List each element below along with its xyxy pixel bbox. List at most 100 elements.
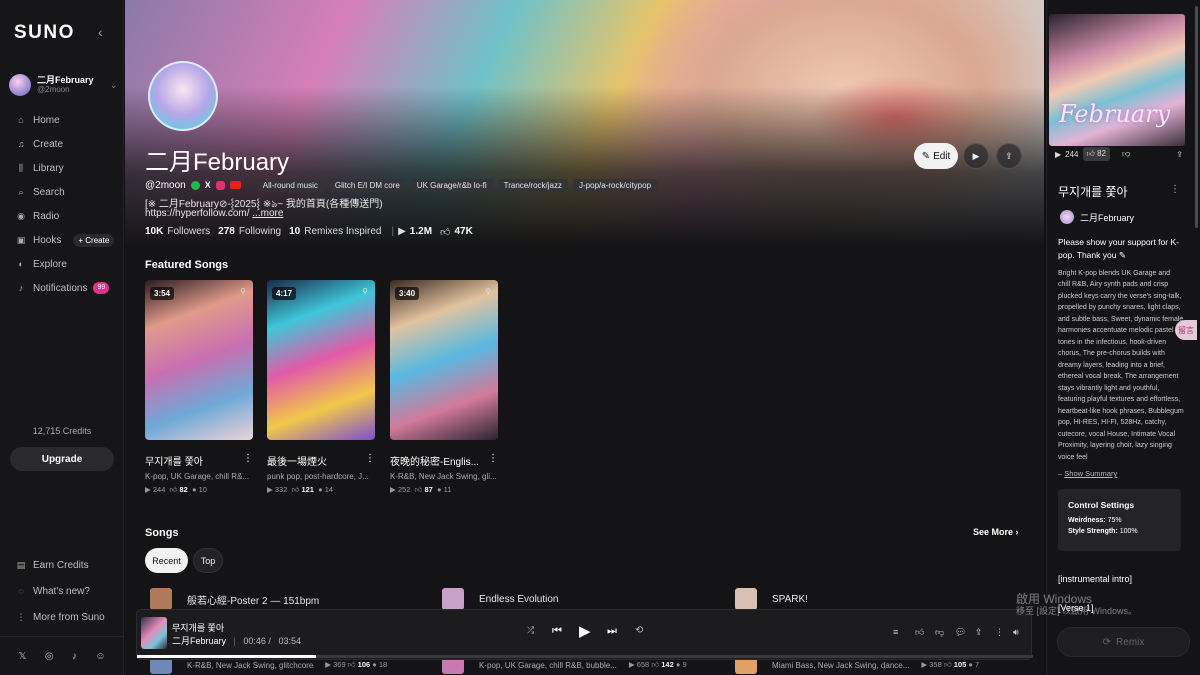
style-strength-row: Style Strength: 100% xyxy=(1068,528,1171,535)
suno-logo[interactable]: SUNO xyxy=(14,22,75,44)
nav-more-from-suno[interactable]: ⋮ More from Suno xyxy=(0,604,124,630)
bio-more-link[interactable]: ...more xyxy=(252,208,283,219)
genre-tag[interactable]: Glitch E/I DM core xyxy=(328,178,406,192)
instagram-icon[interactable] xyxy=(215,180,225,190)
chevron-left-icon[interactable]: ‹ xyxy=(98,24,103,40)
nav-library[interactable]: ⫼ Library xyxy=(0,156,124,180)
nav-explore[interactable]: ◐ Explore xyxy=(0,252,124,276)
lyrics-line: [instrumental intro] xyxy=(1058,574,1133,584)
see-more-link[interactable]: See More › xyxy=(973,527,1019,537)
edit-profile-button[interactable]: ✎ Edit xyxy=(914,143,958,169)
panel-scrollbar[interactable] xyxy=(1195,6,1198,228)
more-icon[interactable]: ⋮ xyxy=(365,453,375,468)
nav-home[interactable]: ⌂ Home xyxy=(0,108,124,132)
tab-recent[interactable]: Recent xyxy=(145,548,188,573)
nav-create[interactable]: ♫ Create xyxy=(0,132,124,156)
instagram-icon[interactable]: ◎ xyxy=(45,651,54,662)
followers-label[interactable]: Followers xyxy=(167,226,210,238)
more-icon[interactable]: ⋮ xyxy=(995,627,1004,638)
share-button[interactable]: ⇪ xyxy=(996,143,1022,169)
song-title[interactable]: 般若心經-Poster 2 — 151bpm xyxy=(187,592,319,607)
progress-bar[interactable] xyxy=(137,655,1033,658)
pencil-icon[interactable]: ✎ xyxy=(1119,250,1126,260)
profile-avatar[interactable] xyxy=(148,61,218,131)
song-title[interactable]: 무지개를 쫓아 xyxy=(145,453,203,468)
genre-tag[interactable]: UK Garage/r&b lo-fi xyxy=(410,178,493,192)
featured-song-card[interactable]: 3:40 ⚲ 夜晚的秘密-Englis... ⋮ K-R&B, New Jack … xyxy=(390,280,498,495)
featured-song-card[interactable]: 4:17 ⚲ 最後一場煙火 ⋮ punk pop, post-hardcore, … xyxy=(267,280,375,495)
queue-icon[interactable]: ≡ xyxy=(893,627,898,637)
volume-icon[interactable]: 🔊︎ xyxy=(1013,627,1019,638)
comment-icon[interactable]: 💬︎ xyxy=(955,627,966,638)
now-playing-title[interactable]: 무지개를 쫓아 xyxy=(172,621,224,634)
now-playing-cover[interactable] xyxy=(141,617,167,649)
song-cover[interactable]: 3:54 ⚲ xyxy=(145,280,253,440)
likes-count: 82 xyxy=(1097,149,1107,158)
nav-search[interactable]: ⌕ Search xyxy=(0,180,124,204)
x-icon[interactable]: 𝕏 xyxy=(18,651,26,662)
share-icon[interactable]: ⇪ xyxy=(975,627,983,638)
play-icon[interactable]: ▶ xyxy=(579,622,591,640)
genre-tag[interactable]: J-pop/a-rock/citypop xyxy=(573,178,658,192)
remix-button[interactable]: ⟳ Remix xyxy=(1057,627,1190,657)
genre-tag[interactable]: Trance/rock/jazz xyxy=(497,178,568,192)
tiktok-icon[interactable]: ♪ xyxy=(72,651,77,662)
plays-count: 1.2M xyxy=(409,226,433,237)
nav-hooks[interactable]: ▣ Hooks + Create xyxy=(0,228,124,252)
previous-icon[interactable]: ⏮ xyxy=(552,625,562,638)
youtube-icon[interactable] xyxy=(229,181,241,189)
discord-icon[interactable]: ☺ xyxy=(95,651,105,662)
spotify-icon[interactable] xyxy=(190,180,200,190)
shuffle-icon[interactable]: ⤮ xyxy=(527,625,534,636)
followers-count[interactable]: 10K xyxy=(145,226,163,238)
song-artist[interactable]: 二月February xyxy=(1060,210,1134,224)
plays-count: 369 xyxy=(333,660,346,669)
remixes-label[interactable]: Remixes Inspired xyxy=(304,226,381,238)
song-genres: K-pop, UK Garage, chill R&B, bubble... xyxy=(479,660,617,670)
featured-song-card[interactable]: 3:54 ⚲ 무지개를 쫓아 ⋮ K-pop, UK Garage, chill … xyxy=(145,280,253,495)
play-all-button[interactable]: ▶ xyxy=(963,143,989,169)
song-cover-large[interactable]: February xyxy=(1049,14,1185,146)
song-title[interactable]: 夜晚的秘密-Englis... xyxy=(390,453,479,468)
more-icon[interactable]: ⋮ xyxy=(488,453,498,468)
share-icon[interactable]: ⇪ xyxy=(1176,150,1183,159)
notification-badge: 99 xyxy=(93,282,110,294)
more-icon[interactable]: ⋮ xyxy=(1170,184,1180,195)
nav-whats-new[interactable]: ◌ What's new? xyxy=(0,578,124,604)
song-title[interactable]: SPARK! xyxy=(772,594,808,605)
tab-top[interactable]: Top xyxy=(193,548,223,573)
more-icon[interactable]: ⋮ xyxy=(243,453,253,468)
thumbs-up-icon[interactable]: 👍︎ xyxy=(915,627,924,638)
thumbs-down-icon[interactable]: 👎︎ xyxy=(1122,149,1130,159)
comments-count: 18 xyxy=(378,660,388,669)
show-summary-link[interactable]: – Show Summary xyxy=(1058,469,1117,478)
play-icon[interactable]: ▶ xyxy=(1055,150,1061,159)
control-settings: Control Settings Weirdness: 75% Style St… xyxy=(1058,489,1181,551)
nav-radio[interactable]: ◉ Radio xyxy=(0,204,124,228)
thumbs-down-icon[interactable]: 👎︎ xyxy=(935,627,944,638)
repeat-icon[interactable]: ⟲ xyxy=(635,625,643,636)
now-playing-artist[interactable]: 二月February xyxy=(172,636,226,646)
upgrade-button[interactable]: Upgrade xyxy=(10,447,114,471)
song-cover[interactable]: 3:40 ⚲ xyxy=(390,280,498,440)
following-count[interactable]: 278 xyxy=(218,226,235,238)
song-title[interactable]: Endless Evolution xyxy=(479,594,559,605)
remixes-count[interactable]: 10 xyxy=(289,226,300,238)
current-time: 00:46 / xyxy=(243,636,271,646)
song-title[interactable]: 最後一場煙火 xyxy=(267,453,327,468)
bio-link[interactable]: https://hyperfollow.com/ xyxy=(145,208,250,219)
genre-tag[interactable]: All-round music xyxy=(256,178,324,192)
x-icon[interactable]: X xyxy=(205,180,211,190)
following-label[interactable]: Following xyxy=(239,226,281,238)
nav-notifications[interactable]: ♪ Notifications 99 xyxy=(0,276,124,300)
song-cover[interactable]: 4:17 ⚲ xyxy=(267,280,375,440)
plays-count: 658 xyxy=(636,660,650,669)
user-menu[interactable]: 二月February @2moon ⌄ xyxy=(9,72,117,98)
profile-stats: 10K Followers 278 Following 10 Remixes Insp… xyxy=(145,226,473,238)
like-button[interactable]: 👍︎ 82 xyxy=(1082,147,1111,161)
next-icon[interactable]: ⏭ xyxy=(607,625,617,638)
floating-comment-button[interactable]: 留言 xyxy=(1175,320,1197,340)
hooks-create-button[interactable]: + Create xyxy=(73,233,115,247)
pin-icon: ⚲ xyxy=(240,287,246,296)
nav-earn-credits[interactable]: ▤ Earn Credits xyxy=(0,552,124,578)
